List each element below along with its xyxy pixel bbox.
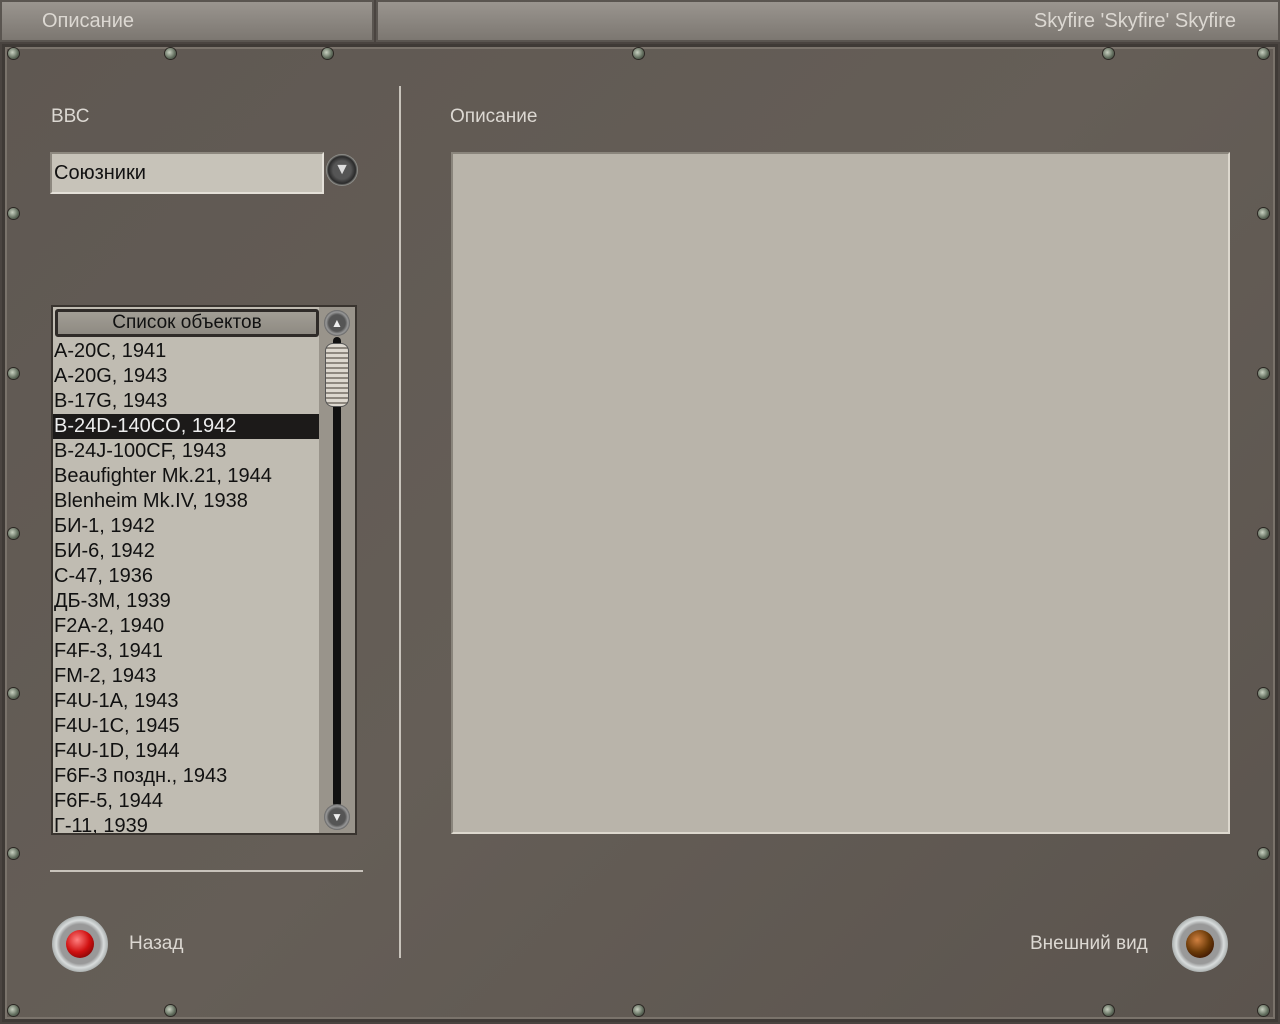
scroll-up-icon[interactable]: ▲ — [324, 310, 350, 336]
screw-icon — [322, 48, 333, 59]
list-item[interactable]: B-24J-100CF, 1943 — [53, 439, 321, 464]
list-item[interactable]: F4U-1D, 1944 — [53, 739, 321, 764]
list-header[interactable]: Список объектов — [55, 309, 319, 337]
description-label: Описание — [450, 106, 538, 127]
divider-horizontal — [50, 870, 363, 872]
list-item[interactable]: ДБ-3М, 1939 — [53, 589, 321, 614]
list-item[interactable]: A-20G, 1943 — [53, 364, 321, 389]
air-force-select[interactable]: Союзники — [50, 152, 324, 194]
screw-icon — [1258, 848, 1269, 859]
list-item[interactable]: БИ-6, 1942 — [53, 539, 321, 564]
red-lamp-icon — [66, 930, 94, 958]
external-view-button[interactable] — [1172, 916, 1228, 972]
chevron-down-icon: ▼ — [334, 161, 350, 178]
screw-icon — [1103, 48, 1114, 59]
screw-icon — [165, 48, 176, 59]
list-item[interactable]: F4U-1A, 1943 — [53, 689, 321, 714]
list-item[interactable]: F6F-5, 1944 — [53, 789, 321, 814]
list-item[interactable]: B-24D-140CO, 1942 — [53, 414, 321, 439]
scroll-thumb[interactable] — [325, 343, 349, 407]
list-item[interactable]: F6F-3 поздн., 1943 — [53, 764, 321, 789]
screw-icon — [1103, 1005, 1114, 1016]
screw-icon — [165, 1005, 176, 1016]
screw-icon — [8, 528, 19, 539]
screw-icon — [1258, 1005, 1269, 1016]
list-item[interactable]: Blenheim Mk.IV, 1938 — [53, 489, 321, 514]
screw-icon — [633, 1005, 644, 1016]
scrollbar[interactable]: ▲ ▼ — [319, 307, 355, 833]
list-item[interactable]: F4U-1C, 1945 — [53, 714, 321, 739]
window-title-left: Описание — [0, 0, 374, 42]
list-item[interactable]: C-47, 1936 — [53, 564, 321, 589]
external-view-label[interactable]: Внешний вид — [1030, 933, 1148, 955]
list-item[interactable]: F4F-3, 1941 — [53, 639, 321, 664]
screw-icon — [8, 368, 19, 379]
back-label[interactable]: Назад — [129, 933, 183, 955]
screw-icon — [8, 208, 19, 219]
screw-icon — [8, 848, 19, 859]
window-title-right: Skyfire 'Skyfire' Skyfire — [376, 0, 1280, 42]
scroll-down-icon[interactable]: ▼ — [324, 804, 350, 830]
list-item[interactable]: FM-2, 1943 — [53, 664, 321, 689]
screw-icon — [8, 48, 19, 59]
air-force-label: ВВС — [51, 106, 90, 127]
screw-icon — [1258, 528, 1269, 539]
screw-icon — [633, 48, 644, 59]
description-area — [451, 152, 1230, 834]
list-item[interactable]: A-20C, 1941 — [53, 339, 321, 364]
back-button[interactable] — [52, 916, 108, 972]
screw-icon — [1258, 48, 1269, 59]
screw-icon — [1258, 368, 1269, 379]
list-item[interactable]: Г-11, 1939 — [53, 814, 321, 833]
screw-icon — [8, 1005, 19, 1016]
list-item[interactable]: БИ-1, 1942 — [53, 514, 321, 539]
amber-lamp-icon — [1186, 930, 1214, 958]
divider-vertical — [399, 86, 401, 958]
scroll-track[interactable] — [333, 337, 341, 807]
list-item[interactable]: B-17G, 1943 — [53, 389, 321, 414]
screw-icon — [8, 688, 19, 699]
list-items: A-20C, 1941 A-20G, 1943 B-17G, 1943 B-24D-1… — [53, 339, 321, 833]
screw-icon — [1258, 688, 1269, 699]
list-item[interactable]: F2A-2, 1940 — [53, 614, 321, 639]
object-list: Список объектов A-20C, 1941 A-20G, 1943 B-… — [51, 305, 357, 835]
dropdown-arrow-button[interactable]: ▼ — [326, 154, 358, 186]
list-item[interactable]: Beaufighter Mk.21, 1944 — [53, 464, 321, 489]
screw-icon — [1258, 208, 1269, 219]
